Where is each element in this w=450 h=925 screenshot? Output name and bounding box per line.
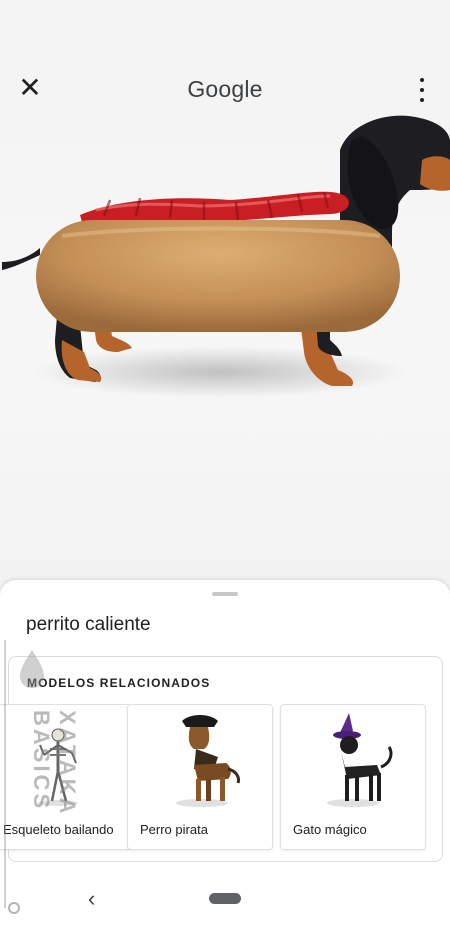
related-model-pirate-dog[interactable]: Perro pirata — [127, 704, 273, 850]
related-model-label: Perro pirata — [140, 822, 208, 837]
google-logo-title: Google — [187, 76, 263, 102]
more-vert-icon[interactable] — [416, 78, 428, 102]
top-bar: ✕ Google — [0, 60, 450, 118]
home-pill-icon[interactable] — [209, 893, 241, 904]
drag-handle[interactable] — [212, 592, 238, 596]
magic-cat-model-icon — [327, 713, 393, 807]
system-nav-bar: ‹ — [0, 880, 450, 925]
xataka-basics-watermark: XATAKA BASICS — [0, 640, 80, 920]
pirate-dog-model-icon — [176, 715, 240, 807]
related-models-heading: MODELOS RELACIONADOS — [27, 676, 211, 690]
ar-viewer[interactable]: ✕ Google — [0, 0, 450, 600]
related-model-label: Gato mágico — [293, 822, 367, 837]
search-query-title: perrito caliente — [26, 614, 151, 635]
related-model-magic-cat[interactable]: Gato mágico — [280, 704, 426, 850]
back-chevron-icon[interactable]: ‹ — [88, 886, 95, 912]
